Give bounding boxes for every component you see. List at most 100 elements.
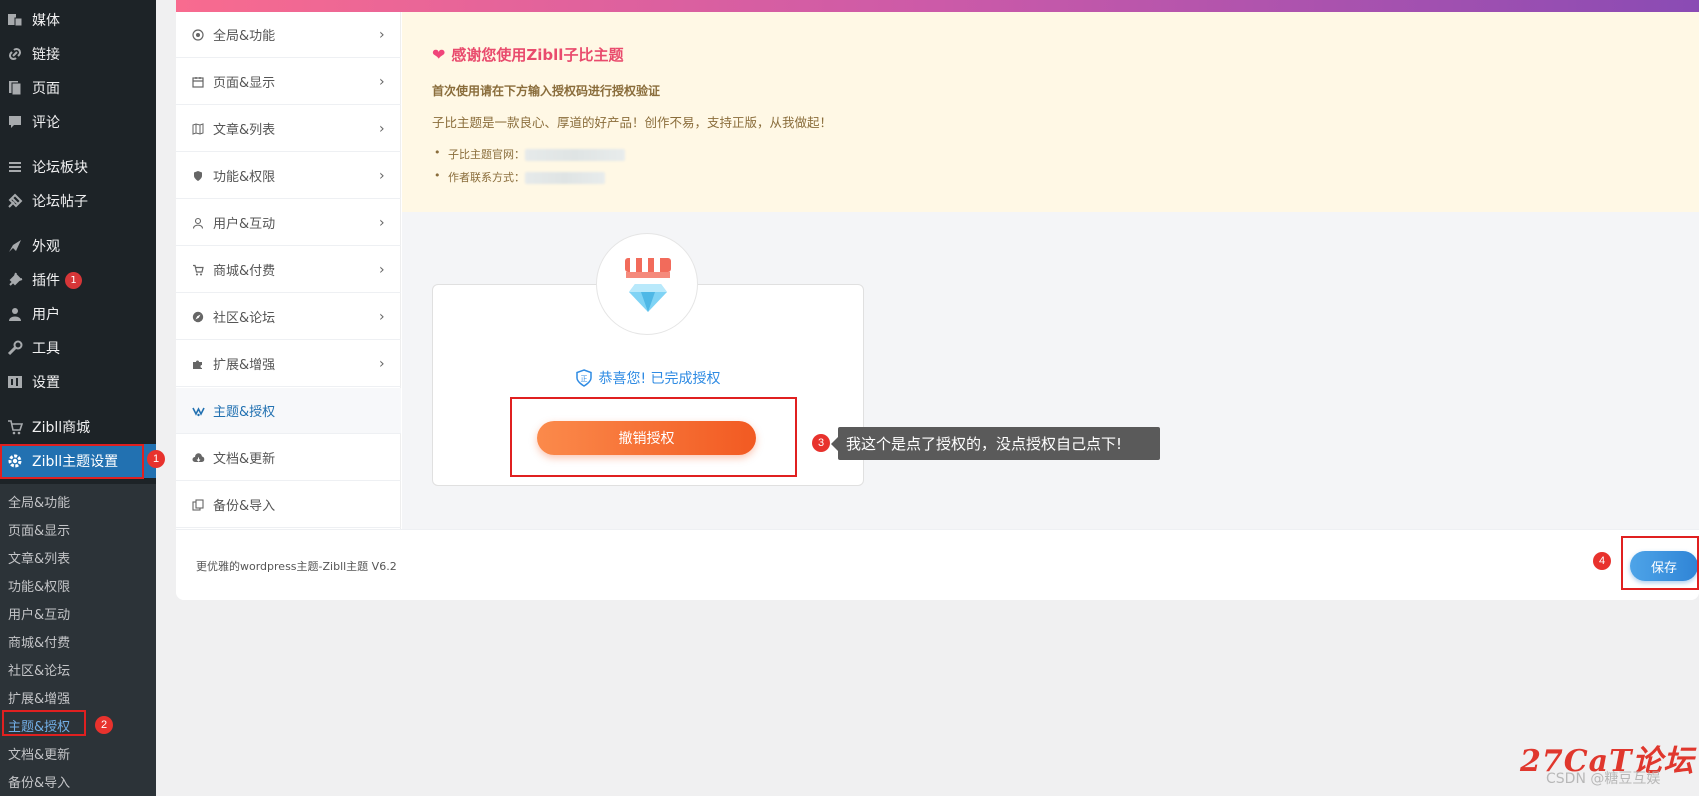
shield-icon xyxy=(191,169,205,183)
tools-icon xyxy=(5,338,25,358)
cart-icon xyxy=(5,417,25,437)
settings-nav-item[interactable]: 页面&显示 › xyxy=(176,59,401,105)
wp-submenu-item[interactable]: 扩展&增强 xyxy=(8,688,70,707)
heart-icon: ❤ xyxy=(432,45,446,64)
chevron-right-icon: › xyxy=(379,214,385,231)
wp-menu-label: Zibll商城 xyxy=(32,420,91,436)
settings-nav-label: 全局&功能 xyxy=(213,29,276,44)
settings-nav-item[interactable]: 全局&功能 › xyxy=(176,12,401,58)
annotation-box-2 xyxy=(2,710,86,736)
wp-menu-label: 工具 xyxy=(32,341,60,357)
theme-settings-panel: 全局&功能 › 页面&显示 › 文章&列表 › 功能&权限 › 用户&互动 › … xyxy=(176,0,1699,600)
chevron-right-icon: › xyxy=(379,120,385,137)
compass-icon xyxy=(191,310,205,324)
wp-submenu-item[interactable]: 文章&列表 xyxy=(8,548,70,567)
settings-nav-item[interactable]: 扩展&增强 › xyxy=(176,341,401,387)
settings-nav-label: 主题&授权 xyxy=(213,405,276,420)
chevron-right-icon: › xyxy=(379,308,385,325)
appearance-icon xyxy=(5,236,25,256)
settings-nav-label: 文档&更新 xyxy=(213,452,276,467)
settings-nav-item[interactable]: 商城&付费 › xyxy=(176,247,401,293)
wp-submenu-item[interactable]: 用户&互动 xyxy=(8,604,70,623)
wp-submenu: 全局&功能 页面&显示 文章&列表 功能&权限 用户&互动 商城&付费 社区&论… xyxy=(0,484,156,796)
wp-menu-label: 插件 xyxy=(32,273,60,289)
wp-menu-tools[interactable]: 工具 xyxy=(0,331,156,365)
wp-submenu-item[interactable]: 页面&显示 xyxy=(8,520,70,539)
settings-nav-item[interactable]: 用户&互动 › xyxy=(176,200,401,246)
plugin-update-badge: 1 xyxy=(65,271,82,289)
puzzle-icon xyxy=(191,357,205,371)
wp-menu-settings[interactable]: 设置 xyxy=(0,365,156,399)
author-contact-item: 作者联系方式： xyxy=(434,169,605,185)
welcome-title-text: 感谢您使用Zibll子比主题 xyxy=(451,46,624,64)
settings-nav-item[interactable]: 文档&更新 xyxy=(176,435,401,481)
wp-menu-label: 用户 xyxy=(32,307,60,323)
chevron-right-icon: › xyxy=(379,26,385,43)
welcome-description: 子比主题是一款良心、厚道的好产品！创作不易，支持正版，从我做起！ xyxy=(432,115,833,130)
annotation-box-3 xyxy=(510,397,797,477)
wp-menu-media[interactable]: 媒体 xyxy=(0,3,156,37)
csdn-credit: CSDN @糖豆互娱 xyxy=(1546,771,1661,787)
blurred-contact xyxy=(525,172,605,184)
wp-submenu-item[interactable]: 全局&功能 xyxy=(8,492,70,511)
wp-menu-plugins[interactable]: 插件 1 xyxy=(0,263,156,297)
wp-menu-users[interactable]: 用户 xyxy=(0,297,156,331)
svg-text:正: 正 xyxy=(581,375,588,383)
settings-nav-item[interactable]: 备份&导入 xyxy=(176,482,401,528)
settings-nav-item[interactable]: 文章&列表 › xyxy=(176,106,401,152)
wp-menu-pages[interactable]: 页面 xyxy=(0,71,156,105)
settings-nav: 全局&功能 › 页面&显示 › 文章&列表 › 功能&权限 › 用户&互动 › … xyxy=(176,12,401,529)
wp-menu-label: 外观 xyxy=(32,239,60,255)
calendar-icon xyxy=(191,75,205,89)
annotation-number-4: 4 xyxy=(1593,552,1611,570)
header-gradient-bar xyxy=(176,0,1699,12)
settings-nav-label: 商城&付费 xyxy=(213,264,276,279)
wp-menu-links[interactable]: 链接 xyxy=(0,37,156,71)
annotation-box-4 xyxy=(1621,536,1699,590)
wp-submenu-item[interactable]: 备份&导入 xyxy=(8,772,70,791)
settings-nav-item-active[interactable]: 主题&授权 xyxy=(176,388,401,434)
official-site-label: 子比主题官网： xyxy=(448,148,525,161)
authorized-status: 正 恭喜您! 已完成授权 xyxy=(432,368,864,388)
wp-menu-label: 论坛帖子 xyxy=(32,194,88,210)
annotation-number-3: 3 xyxy=(812,434,830,452)
target-icon xyxy=(191,28,205,42)
link-icon xyxy=(5,44,25,64)
comment-icon xyxy=(5,112,25,132)
wp-menu-label: 页面 xyxy=(32,81,60,97)
forum-board-icon xyxy=(5,157,25,177)
settings-nav-item[interactable]: 功能&权限 › xyxy=(176,153,401,199)
wp-menu-label: 设置 xyxy=(32,375,60,391)
settings-nav-item[interactable]: 社区&论坛 › xyxy=(176,294,401,340)
user-icon xyxy=(5,304,25,324)
chevron-right-icon: › xyxy=(379,73,385,90)
wp-menu-appearance[interactable]: 外观 xyxy=(0,229,156,263)
wp-submenu-item[interactable]: 社区&论坛 xyxy=(8,660,70,679)
chevron-right-icon: › xyxy=(379,355,385,372)
welcome-banner: ❤ 感谢您使用Zibll子比主题 首次使用请在下方输入授权码进行授权验证 子比主… xyxy=(402,12,1699,212)
wp-submenu-item[interactable]: 功能&权限 xyxy=(8,576,70,595)
settings-nav-label: 功能&权限 xyxy=(213,170,276,185)
media-icon xyxy=(5,10,25,30)
settings-nav-label: 用户&互动 xyxy=(213,217,276,232)
wp-submenu-item[interactable]: 文档&更新 xyxy=(8,744,70,763)
wp-menu-forum-boards[interactable]: 论坛板块 xyxy=(0,150,156,184)
annotation-number-2: 2 xyxy=(95,716,113,734)
chevron-right-icon: › xyxy=(379,167,385,184)
theme-logo xyxy=(596,233,698,335)
annotation-box-1 xyxy=(0,444,144,479)
wp-menu-comments[interactable]: 评论 xyxy=(0,105,156,139)
welcome-instruction: 首次使用请在下方输入授权码进行授权验证 xyxy=(432,84,661,98)
wp-menu-forum-posts[interactable]: 论坛帖子 xyxy=(0,184,156,218)
page-icon xyxy=(5,78,25,98)
diamond-store-icon xyxy=(625,258,671,312)
annotation-number-1: 1 xyxy=(147,450,165,468)
wp-menu-label: 媒体 xyxy=(32,13,60,29)
settings-icon xyxy=(5,372,25,392)
wp-submenu-item[interactable]: 商城&付费 xyxy=(8,632,70,651)
wp-menu-zibll-shop[interactable]: Zibll商城 xyxy=(0,410,156,444)
panel-footer: 更优雅的wordpress主题-Zibll主题 V6.2 xyxy=(176,529,1699,600)
chevron-right-icon: › xyxy=(379,261,385,278)
footer-version-text: 更优雅的wordpress主题-Zibll主题 V6.2 xyxy=(196,560,397,573)
forum-post-icon xyxy=(5,191,25,211)
